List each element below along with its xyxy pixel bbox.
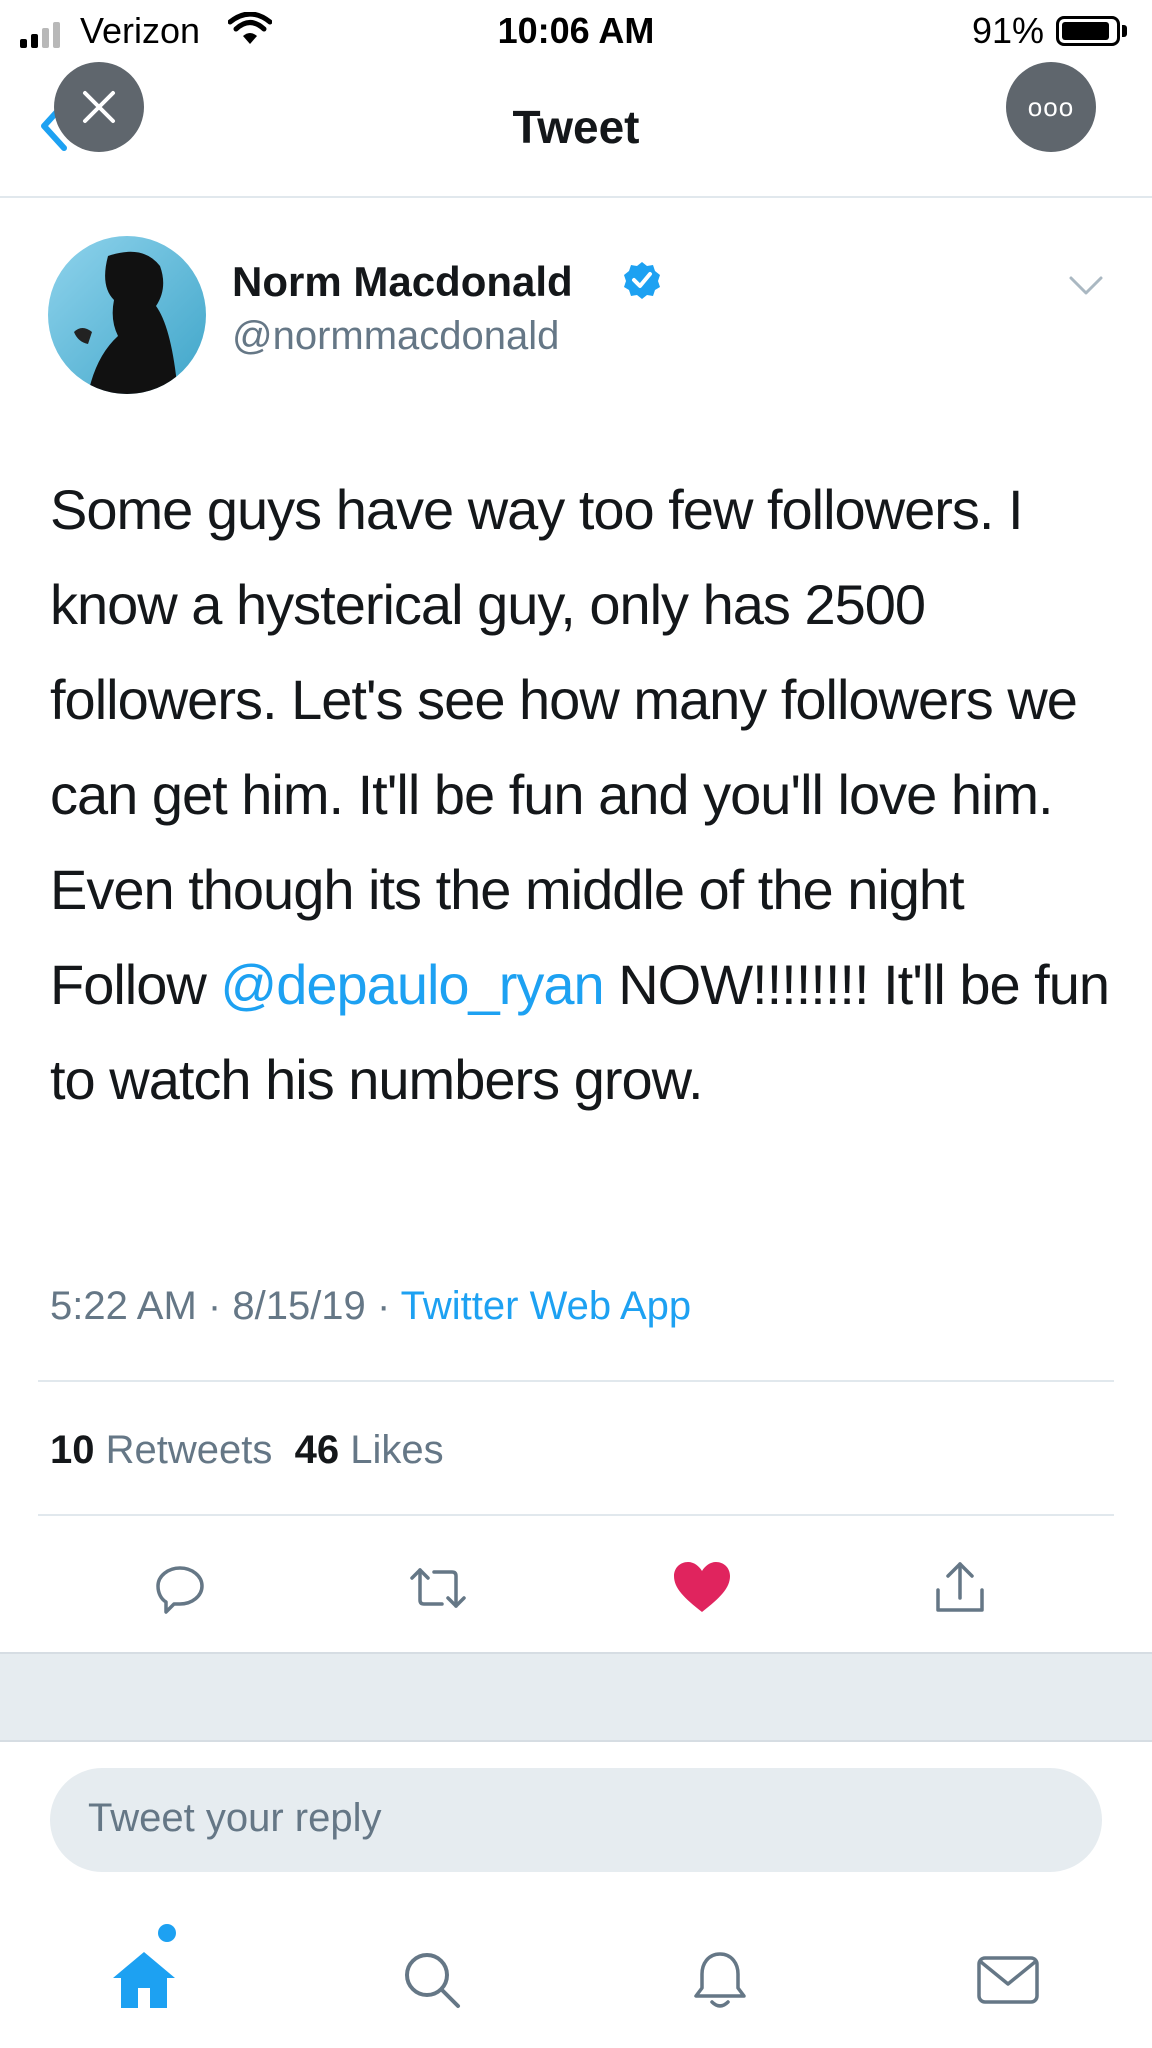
tweet-meta: 5:22 AM · 8/15/19 · Twitter Web App — [50, 1284, 691, 1329]
status-bar: Verizon 10:06 AM 91% — [0, 0, 1152, 62]
divider — [38, 1380, 1114, 1382]
likes-stat[interactable]: 46 Likes — [295, 1428, 444, 1472]
retweet-icon — [410, 1568, 466, 1608]
retweet-count: 10 — [50, 1428, 95, 1472]
like-count: 46 — [294, 1428, 340, 1472]
verified-badge-icon — [622, 260, 662, 305]
more-button[interactable]: ooo — [1006, 62, 1096, 152]
battery-level — [1062, 22, 1109, 40]
share-icon — [936, 1562, 984, 1612]
author-name[interactable]: Norm Macdonald — [232, 258, 573, 306]
tweet-time: 5:22 AM — [50, 1284, 197, 1328]
mention-link[interactable]: @depaulo_ryan — [220, 953, 604, 1016]
home-icon — [113, 1952, 175, 2008]
more-icon: ooo — [1027, 91, 1075, 122]
battery-tip — [1122, 25, 1127, 37]
tab-messages[interactable] — [968, 1940, 1048, 2020]
share-button[interactable] — [928, 1556, 992, 1620]
tweet-source-link[interactable]: Twitter Web App — [401, 1284, 692, 1328]
section-separator — [0, 1652, 1152, 1742]
avatar[interactable] — [48, 236, 206, 394]
retweets-stat[interactable]: 10 Retweets — [50, 1428, 272, 1472]
tweet-date: 8/15/19 — [232, 1284, 366, 1328]
tab-search[interactable] — [392, 1940, 472, 2020]
tab-notifications[interactable] — [680, 1940, 760, 2020]
tab-home[interactable] — [104, 1940, 184, 2020]
tweet-text: Some guys have way too few followers. I … — [50, 462, 1110, 1127]
meta-separator: · — [207, 1284, 222, 1328]
meta-separator: · — [376, 1284, 391, 1328]
chevron-down-icon[interactable] — [1068, 274, 1104, 303]
author-handle[interactable]: @normmacdonald — [232, 314, 559, 359]
battery-percent: 91% — [972, 10, 1045, 51]
battery-icon — [1056, 16, 1120, 46]
like-label: Likes — [350, 1428, 444, 1472]
search-icon — [405, 1953, 460, 2008]
page-title: Tweet — [512, 101, 640, 153]
divider — [38, 1514, 1114, 1516]
messages-icon — [977, 1956, 1039, 2004]
like-button[interactable] — [670, 1556, 734, 1620]
like-icon — [674, 1562, 730, 1612]
tweet-stats: 10 Retweets 46 Likes — [50, 1428, 444, 1473]
notifications-icon — [694, 1952, 746, 2008]
tweet-text-part: Some guys have way too few followers. I … — [50, 478, 1078, 1016]
retweet-label: Retweets — [105, 1428, 273, 1472]
retweet-button[interactable] — [406, 1556, 470, 1620]
reply-placeholder: Tweet your reply — [88, 1796, 382, 1840]
reply-button[interactable] — [148, 1556, 212, 1620]
notification-dot — [158, 1924, 176, 1942]
reply-icon — [156, 1566, 204, 1614]
